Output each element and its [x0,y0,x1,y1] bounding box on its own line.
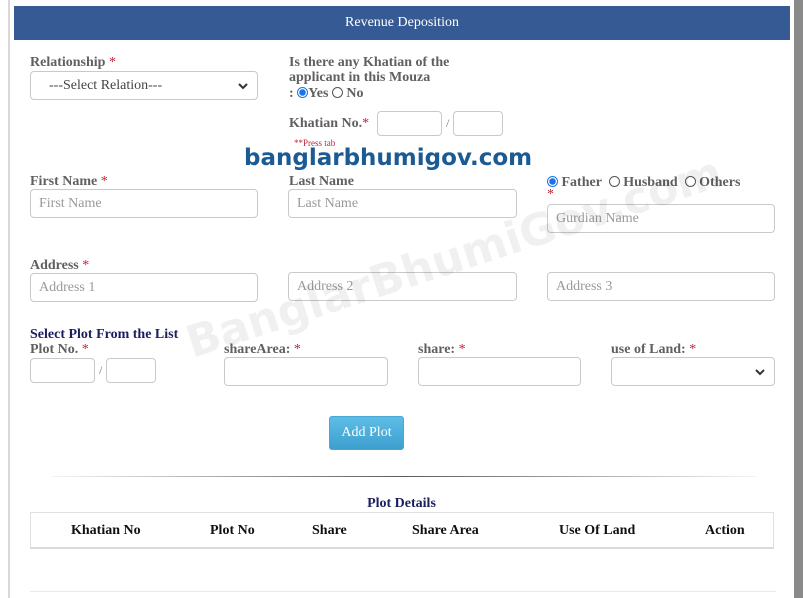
last-name-input[interactable]: Last Name [288,189,517,218]
khatian-no-label: Khatian No.* [289,116,369,131]
required-mark: * [81,342,89,357]
khatian-no-label-text: Khatian No. [289,116,363,131]
column-header-plot-no: Plot No [210,523,255,538]
khatian-yes-radio[interactable] [297,87,309,98]
relationship-label: Relationship * [30,55,116,70]
share-label: share: * [418,342,466,357]
required-mark: * [108,55,116,70]
khatian-question-line1: Is there any Khatian of the [289,55,450,70]
brand-overlay-text: banglarbhumigov.com [244,145,533,171]
share-area-label-text: shareArea: [224,342,291,357]
share-area-label: shareArea: * [224,342,301,357]
last-name-placeholder: Last Name [297,195,359,211]
page-header: Revenue Deposition [14,6,790,40]
first-name-placeholder: First Name [39,195,102,211]
father-radio[interactable] [547,176,558,187]
khatian-question-line2: applicant in this Mouza [289,70,431,85]
table-footer-line [30,591,776,592]
plot-no-label: Plot No. * [30,342,89,357]
required-mark: * [689,342,697,357]
add-plot-button[interactable]: Add Plot [329,416,404,450]
required-mark: * [458,342,466,357]
column-header-use-of-land: Use Of Land [559,523,636,538]
address-1-input[interactable]: Address 1 [30,273,258,302]
add-plot-button-label: Add Plot [341,425,392,440]
relationship-label-text: Relationship [30,55,106,70]
plot-no-label-text: Plot No. [30,342,79,357]
plot-section-title: Select Plot From the List [30,327,179,342]
column-header-khatian-no: Khatian No [71,523,141,538]
address-3-input[interactable]: Address 3 [547,272,775,301]
address-label: Address * [30,258,89,273]
first-name-label: First Name * [30,174,108,189]
required-mark: * [100,174,108,189]
required-mark: * [362,116,370,131]
column-header-action: Action [705,523,745,538]
address-1-placeholder: Address 1 [39,279,96,295]
watermark-text: BanglarBhumiGov.com [180,146,729,369]
plot-no-input-1[interactable] [30,358,95,383]
khatian-question: Is there any Khatian of the applicant in… [289,55,449,101]
column-header-share: Share [312,523,347,538]
address-label-text: Address [30,258,79,273]
plot-no-separator: / [99,363,103,377]
use-of-land-label: use of Land: * [611,342,696,357]
section-divider [52,476,756,477]
first-name-label-text: First Name [30,174,98,189]
address-3-placeholder: Address 3 [556,278,613,294]
use-of-land-select[interactable] [611,357,775,386]
column-header-share-area: Share Area [412,523,479,538]
chevron-down-icon [238,82,248,89]
last-name-label-text: Last Name [289,174,354,189]
plot-details-table: Khatian No Plot No Share Share Area Use … [30,512,774,549]
required-mark: * [293,342,301,357]
use-of-land-label-text: use of Land: [611,342,686,357]
khatian-no-input-1[interactable] [377,111,442,136]
khatian-no-label[interactable]: No [346,86,363,101]
relationship-selected-value: ---Select Relation--- [49,77,163,93]
page-title: Revenue Deposition [345,15,459,30]
khatian-no-separator: / [446,116,450,130]
first-name-input[interactable]: First Name [30,189,258,218]
share-area-input[interactable] [224,357,388,386]
share-input[interactable] [418,357,581,386]
required-mark: * [82,258,90,273]
khatian-no-input-2[interactable] [453,111,503,136]
share-label-text: share: [418,342,456,357]
khatian-no-radio[interactable] [331,87,343,98]
khatian-yes-label[interactable]: Yes [308,86,328,101]
plot-no-input-2[interactable] [106,358,156,383]
khatian-question-prefix: : [289,86,294,101]
plot-details-title: Plot Details [367,496,436,511]
last-name-label: Last Name [289,174,354,189]
chevron-down-icon [755,368,765,375]
relationship-select[interactable]: ---Select Relation--- [30,71,258,100]
